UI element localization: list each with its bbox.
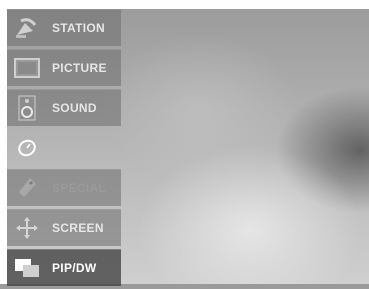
tag-icon xyxy=(12,174,42,202)
top-border xyxy=(0,0,369,9)
left-border xyxy=(0,0,7,284)
pip-windows-icon xyxy=(12,254,42,282)
menu-item-label: PICTURE xyxy=(52,61,107,75)
menu-item-label: PIP/DW xyxy=(52,261,97,275)
menu-item-screen[interactable]: SCREEN xyxy=(7,209,121,246)
menu-item-sound[interactable]: SOUND xyxy=(7,89,121,126)
menu-item-timer[interactable] xyxy=(7,129,121,166)
menu-item-picture[interactable]: PICTURE xyxy=(7,49,121,86)
menu-item-label: SPECIAL xyxy=(52,181,107,195)
clock-icon xyxy=(12,134,42,162)
satellite-dish-icon xyxy=(12,14,42,42)
menu-item-label: SCREEN xyxy=(52,221,104,235)
picture-frame-icon xyxy=(12,54,42,82)
menu-item-station[interactable]: STATION xyxy=(7,9,121,46)
osd-main-menu: STATION PICTURE SOUND SPECIAL SCREEN PIP… xyxy=(7,9,121,289)
menu-item-special[interactable]: SPECIAL xyxy=(7,169,121,206)
menu-item-label: SOUND xyxy=(52,101,97,115)
tv-osd-screen: STATION PICTURE SOUND SPECIAL SCREEN PIP… xyxy=(0,0,369,286)
menu-item-label: STATION xyxy=(52,21,105,35)
speaker-icon xyxy=(12,94,42,122)
menu-item-pip-dw[interactable]: PIP/DW xyxy=(7,249,121,286)
move-arrows-icon xyxy=(12,214,42,242)
